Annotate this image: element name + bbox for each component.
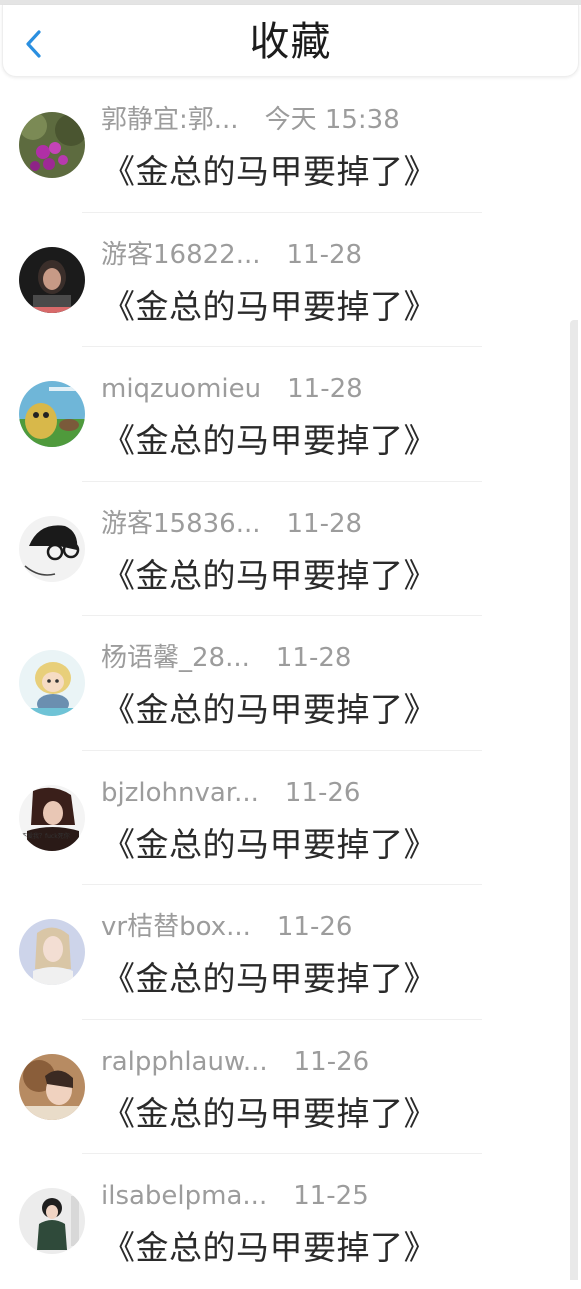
message-text: 《金总的马甲要掉了》 [102, 959, 437, 998]
timestamp: 11-26 [284, 777, 361, 808]
user-name: 杨语馨_28... [101, 643, 250, 673]
message-text: 《金总的马甲要掉了》 [102, 555, 437, 595]
timestamp: 11-28 [286, 239, 363, 270]
favorite-item[interactable]: 游客16822... 11-28 《金总的马甲要掉了》 [0, 213, 581, 347]
avatar: 不爱我？fuck死你 [19, 784, 85, 851]
item-meta: vr桔替box... 11-26 [101, 911, 352, 943]
user-name: vr桔替box... [101, 912, 251, 942]
favorite-item[interactable]: 不爱我？fuck死你 bjzlohnvar... 11-26 《金总的马甲要掉了》 [0, 751, 581, 885]
user-name: 游客15836... [101, 508, 261, 539]
message-text: 《金总的马甲要掉了》 [102, 152, 437, 191]
message-text: 《金总的马甲要掉了》 [102, 1093, 437, 1133]
item-meta: 游客15836... 11-28 [101, 508, 362, 540]
header-bar: 收藏 [2, 5, 579, 77]
page-title: 收藏 [249, 19, 332, 65]
timestamp: 今天 15:38 [264, 105, 400, 135]
scrollbar[interactable] [570, 320, 578, 1280]
user-name: bjzlohnvar... [101, 777, 259, 808]
favorite-item[interactable]: miqzuomieu 11-28 《金总的马甲要掉了》 [0, 347, 581, 482]
message-text: 《金总的马甲要掉了》 [102, 421, 437, 460]
avatar-caption: 不爱我？fuck死你 [21, 832, 70, 840]
favorite-item[interactable]: vr桔替box... 11-26 《金总的马甲要掉了》 [0, 885, 581, 1020]
favorite-item[interactable]: 杨语馨_28... 11-28 《金总的马甲要掉了》 [0, 616, 581, 751]
user-name: 郭静宜:郭... [101, 105, 239, 135]
item-meta: miqzuomieu 11-28 [101, 373, 363, 405]
user-name: miqzuomieu [101, 374, 262, 404]
item-meta: 杨语馨_28... 11-28 [101, 642, 351, 674]
timestamp: 11-28 [286, 508, 363, 539]
favorite-item[interactable]: 郭静宜:郭... 今天 15:38 《金总的马甲要掉了》 [0, 78, 581, 213]
timestamp: 11-28 [275, 643, 352, 673]
message-text: 《金总的马甲要掉了》 [102, 1228, 437, 1267]
favorite-item[interactable]: ilsabelpma... 11-25 《金总的马甲要掉了》 [0, 1154, 581, 1289]
avatar [19, 650, 85, 716]
avatar [19, 246, 85, 313]
user-name: ilsabelpma... [101, 1181, 268, 1211]
favorite-item[interactable]: ralpphlauw... 11-26 《金总的马甲要掉了》 [0, 1020, 581, 1154]
timestamp: 11-28 [287, 374, 363, 404]
message-text: 《金总的马甲要掉了》 [102, 824, 437, 864]
item-meta: ralpphlauw... 11-26 [101, 1046, 369, 1078]
avatar [19, 1053, 85, 1120]
avatar [19, 515, 85, 582]
avatar [19, 381, 85, 447]
avatar [19, 1188, 85, 1254]
message-text: 《金总的马甲要掉了》 [102, 286, 437, 326]
item-meta: 郭静宜:郭... 今天 15:38 [101, 104, 400, 136]
favorites-list: 郭静宜:郭... 今天 15:38 《金总的马甲要掉了》 游客16822... 11… [0, 78, 581, 1289]
avatar [19, 112, 85, 178]
avatar [19, 919, 85, 985]
user-name: 游客16822... [101, 239, 261, 270]
item-meta: ilsabelpma... 11-25 [101, 1180, 369, 1212]
item-meta: bjzlohnvar... 11-26 [101, 777, 360, 809]
timestamp: 11-26 [293, 1046, 370, 1077]
favorite-item[interactable]: 游客15836... 11-28 《金总的马甲要掉了》 [0, 482, 581, 616]
timestamp: 11-26 [276, 912, 353, 942]
item-meta: 游客16822... 11-28 [101, 239, 362, 271]
timestamp: 11-25 [293, 1181, 369, 1211]
message-text: 《金总的马甲要掉了》 [102, 690, 437, 729]
user-name: ralpphlauw... [101, 1046, 268, 1077]
